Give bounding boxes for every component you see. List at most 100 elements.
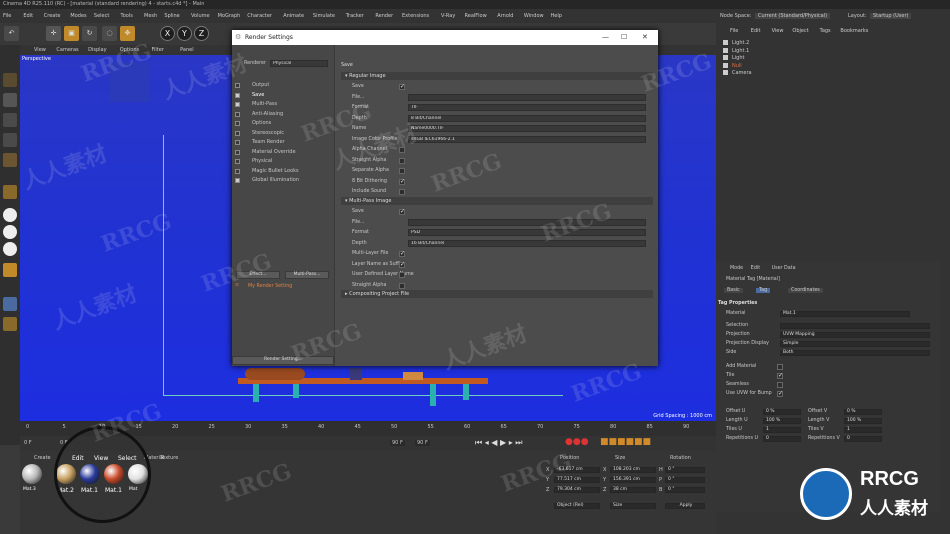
menu-item-simulate[interactable]: Simulate [313, 13, 335, 19]
brush-icon[interactable] [3, 153, 17, 167]
menu-item-v-ray[interactable]: V-Ray [441, 13, 455, 19]
nav-item-stereoscopic[interactable]: Stereoscopic [252, 130, 284, 136]
menu-item-arnold[interactable]: Arnold [497, 13, 513, 19]
renderer-select[interactable]: Physical [270, 60, 328, 67]
rotation-field[interactable]: 0 ° [665, 467, 705, 473]
viewport-menu-panel[interactable]: Panel [180, 47, 194, 53]
object-menu-bookmarks[interactable]: Bookmarks [840, 28, 868, 34]
live-select-icon[interactable]: ◌ [102, 26, 117, 41]
nav-item-multi-pass[interactable]: Multi-Pass [252, 101, 277, 107]
object-menu-edit[interactable]: Edit [751, 28, 761, 34]
nav-item-options[interactable]: Options [252, 120, 271, 126]
param-checkbox[interactable] [399, 282, 405, 289]
move-tool-icon[interactable]: ✛ [46, 26, 61, 41]
nav-item-team-render[interactable]: Team Render [252, 139, 285, 145]
object-row-null[interactable]: Null [732, 63, 742, 69]
param-checkbox[interactable] [399, 208, 405, 215]
nav-item-material-override[interactable]: Material Override [252, 149, 296, 155]
maximize-icon[interactable]: ☐ [621, 33, 627, 41]
viewport-menu-filter[interactable]: Filter [152, 47, 164, 53]
snap-s-icon[interactable] [3, 208, 17, 222]
material-menu-texture[interactable]: Texture [160, 455, 178, 461]
apply-button[interactable]: Apply [665, 503, 705, 509]
scale-tool-icon[interactable]: ▣ [64, 26, 79, 41]
attr-pair-field[interactable]: 0 % [844, 409, 882, 415]
nav-checkbox[interactable] [235, 121, 240, 126]
object-menu-file[interactable]: File [730, 28, 738, 34]
size-field[interactable]: 156.391 cm [610, 477, 656, 483]
material-swatch[interactable] [22, 464, 42, 484]
attr-menu-user-data[interactable]: User Data [772, 266, 796, 271]
undo-icon[interactable]: ↶ [4, 26, 19, 41]
nav-checkbox[interactable] [235, 168, 240, 174]
grid-icon[interactable] [3, 297, 17, 311]
size-mode-select[interactable]: Size [610, 503, 656, 509]
sphere-icon[interactable] [3, 113, 17, 127]
key-tools-icon[interactable]: ■■■■■■ [600, 437, 651, 447]
nav-item-save[interactable]: Save [252, 92, 264, 98]
compositing-header[interactable]: ▸ Compositing Project File [341, 290, 653, 298]
end-frame[interactable]: 90 F [390, 440, 405, 446]
param-field[interactable]: PSD [408, 229, 646, 236]
param-checkbox[interactable] [399, 250, 405, 257]
lock-icon[interactable] [3, 317, 17, 331]
checker-icon[interactable] [3, 93, 17, 107]
object-row-light[interactable]: Light [732, 55, 744, 61]
layout-select[interactable]: Startup (User) [870, 13, 912, 19]
param-checkbox[interactable] [399, 157, 405, 164]
attr-pair-field[interactable]: 1 [763, 427, 801, 433]
menu-item-create[interactable]: Create [44, 13, 61, 19]
snap-s3-icon[interactable] [3, 242, 17, 256]
attr-pair-field[interactable]: 100 % [844, 418, 882, 424]
menu-item-modes[interactable]: Modes [70, 13, 86, 19]
object-menu-object[interactable]: Object [792, 28, 808, 34]
nav-item-global-illumination[interactable]: Global Illumination [252, 177, 299, 183]
attr-field[interactable]: Both [780, 350, 930, 356]
close-icon[interactable]: ✕ [642, 33, 648, 41]
tab-coordinates[interactable]: Coordinates [788, 288, 823, 293]
size-field[interactable]: 108.203 cm [610, 467, 656, 473]
record-icon[interactable]: ●●● [565, 437, 589, 447]
param-field[interactable]: sRGB IEC61966-2.1 [408, 135, 646, 143]
snap-s2-icon[interactable] [3, 225, 17, 239]
menu-item-tracker[interactable]: Tracker [346, 13, 364, 19]
tab-basic[interactable]: Basic [724, 288, 743, 293]
param-checkbox[interactable] [399, 272, 405, 278]
y-axis-button[interactable]: Y [177, 26, 192, 41]
multi-pass-button[interactable]: Multi-Pass... [285, 271, 329, 279]
menu-item-mesh[interactable]: Mesh [144, 13, 157, 19]
position-field[interactable]: 79.304 cm [554, 487, 600, 493]
menu-item-spline[interactable]: Spline [164, 13, 179, 19]
z-axis-button[interactable]: Z [194, 26, 209, 41]
size-field[interactable]: 38 cm [610, 487, 656, 493]
nav-checkbox[interactable] [235, 178, 240, 183]
nav-checkbox[interactable] [235, 92, 240, 98]
nav-checkbox[interactable] [235, 149, 240, 155]
menu-item-file[interactable]: File [3, 13, 11, 19]
attr-checkbox[interactable] [777, 390, 783, 397]
rotate-tool-icon[interactable]: ↻ [82, 26, 97, 41]
coord-mode-select[interactable]: Object (Rel) [554, 503, 600, 509]
object-row-light.1[interactable]: Light.1 [732, 48, 749, 54]
attr-field[interactable] [780, 323, 930, 329]
attr-checkbox[interactable] [777, 364, 783, 370]
attr-checkbox[interactable] [777, 372, 783, 379]
current-frame[interactable]: 0 F [24, 440, 32, 446]
pen-icon[interactable] [3, 133, 17, 147]
playback-controls-icon[interactable]: ⏮ ◂ ◀ ▶ ▸ ⏭ [475, 438, 522, 448]
my-render-setting[interactable]: My Render Setting [248, 284, 292, 289]
nav-item-anti-aliasing[interactable]: Anti-Aliasing [252, 111, 283, 117]
object-row-light.2[interactable]: Light.2 [732, 40, 749, 46]
param-field[interactable] [408, 93, 646, 101]
attr-menu-mode[interactable]: Mode [730, 266, 743, 271]
minimize-icon[interactable]: — [602, 33, 609, 41]
axis-icon[interactable] [3, 185, 17, 199]
viewport-menu-view[interactable]: View [34, 47, 46, 53]
object-row-camera[interactable]: Camera [732, 70, 752, 76]
menu-item-edit[interactable]: Edit [23, 13, 33, 19]
nav-checkbox[interactable] [235, 111, 240, 117]
object-menu-view[interactable]: View [772, 28, 784, 34]
param-field[interactable]: Name0000.TIF [408, 125, 646, 132]
nav-item-output[interactable]: Output [252, 82, 269, 88]
transform-icon[interactable]: ✥ [120, 26, 135, 41]
